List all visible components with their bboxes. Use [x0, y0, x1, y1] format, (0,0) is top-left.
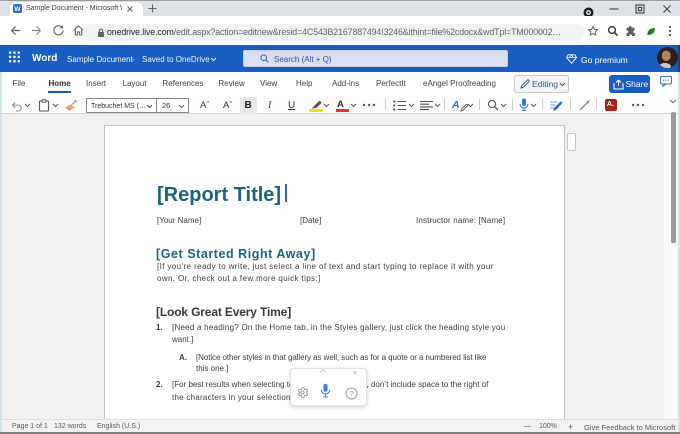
svg-text:?: ?: [349, 389, 353, 398]
svg-text:W: W: [14, 6, 21, 13]
